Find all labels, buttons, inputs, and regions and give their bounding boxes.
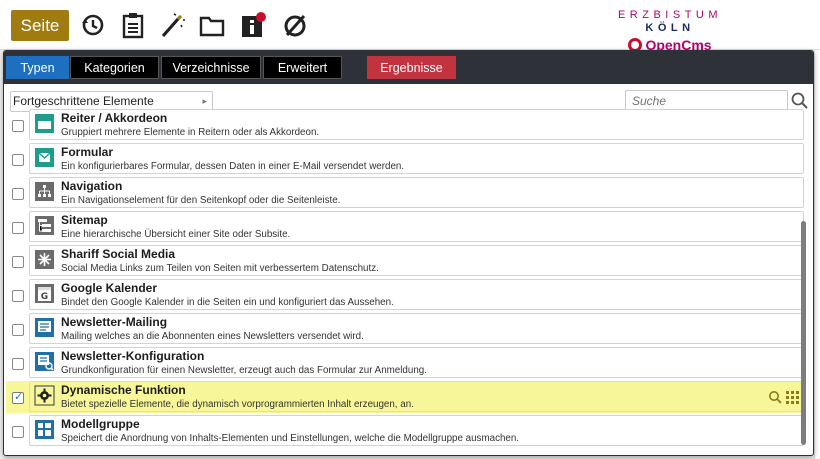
brand-word-1: ERZBISTUM bbox=[617, 9, 723, 21]
background-page-strip bbox=[814, 50, 820, 459]
gallery-dialog: Typen Kategorien Verzeichnisse Erweitert… bbox=[3, 50, 814, 456]
model-group-icon bbox=[34, 419, 55, 440]
list-scrollbar-thumb[interactable] bbox=[801, 221, 806, 445]
seite-button[interactable]: Seite bbox=[11, 10, 69, 41]
share-icon bbox=[34, 249, 55, 270]
item-card[interactable]: Newsletter-Mailing Mailing welches an di… bbox=[29, 313, 804, 344]
item-card[interactable]: Formular Ein konfigurierbares Formular, … bbox=[29, 143, 804, 174]
item-card[interactable]: Sitemap Eine hierarchische Übersicht ein… bbox=[29, 211, 804, 242]
list-item[interactable]: Newsletter-Konfiguration Grundkonfigurat… bbox=[4, 347, 804, 379]
preview-search-icon[interactable] bbox=[768, 390, 782, 404]
item-card[interactable]: Dynamische Funktion Bietet spezielle Ele… bbox=[29, 381, 802, 412]
sitemap-icon bbox=[34, 215, 55, 236]
drag-handle-icon[interactable] bbox=[786, 391, 799, 404]
history-icon[interactable] bbox=[80, 11, 106, 39]
newsletter-config-icon bbox=[34, 351, 55, 372]
list-item-selected[interactable]: Dynamische Funktion Bietet spezielle Ele… bbox=[6, 381, 802, 413]
search-icon[interactable] bbox=[790, 91, 810, 111]
item-checkbox[interactable] bbox=[12, 120, 24, 132]
item-card[interactable]: Shariff Social Media Social Media Links … bbox=[29, 245, 804, 276]
item-checkbox[interactable] bbox=[12, 426, 24, 438]
brand-word-2: KÖLN bbox=[645, 22, 695, 34]
form-mail-icon bbox=[34, 147, 55, 168]
item-checkbox[interactable] bbox=[12, 188, 24, 200]
list-item[interactable]: Navigation Ein Navigationselement für de… bbox=[4, 177, 804, 209]
list-item[interactable]: Reiter / Akkordeon Gruppiert mehrere Ele… bbox=[4, 109, 804, 141]
item-checkbox[interactable] bbox=[12, 154, 24, 166]
item-title: Sitemap bbox=[61, 213, 108, 227]
item-checkbox[interactable] bbox=[12, 358, 24, 370]
item-title: Google Kalender bbox=[61, 281, 158, 295]
info-icon[interactable] bbox=[240, 11, 266, 39]
item-title: Shariff Social Media bbox=[61, 247, 176, 261]
dialog-tabbar: Typen Kategorien Verzeichnisse Erweitert… bbox=[4, 51, 813, 84]
folder-icon[interactable] bbox=[199, 11, 225, 39]
item-title: Navigation bbox=[61, 179, 123, 193]
list-item[interactable]: Newsletter-Mailing Mailing welches an di… bbox=[4, 313, 804, 345]
item-title: Formular bbox=[61, 145, 114, 159]
no-visibility-icon[interactable] bbox=[282, 11, 308, 39]
item-card[interactable]: Newsletter-Konfiguration Grundkonfigurat… bbox=[29, 347, 804, 378]
list-item[interactable]: G Google Kalender Bindet den Google Kale… bbox=[4, 279, 804, 311]
item-description: Bindet den Google Kalender in die Seiten… bbox=[61, 297, 394, 308]
list-item[interactable]: Formular Ein konfigurierbares Formular, … bbox=[4, 143, 804, 175]
brand-logo: ERZBISTUM KÖLN OpenCms bbox=[590, 9, 750, 53]
tab-ergebnisse[interactable]: Ergebnisse bbox=[367, 56, 456, 79]
gear-icon bbox=[34, 385, 55, 406]
item-checkbox[interactable] bbox=[12, 256, 24, 268]
item-card[interactable]: Navigation Ein Navigationselement für de… bbox=[29, 177, 804, 208]
tab-typen[interactable]: Typen bbox=[6, 56, 69, 79]
newsletter-icon bbox=[34, 317, 55, 338]
item-description: Grundkonfiguration für einen Newsletter,… bbox=[61, 365, 427, 376]
type-filter-value: Fortgeschrittene Elemente bbox=[13, 94, 154, 108]
item-description: Bietet spezielle Elemente, die dynamisch… bbox=[61, 399, 414, 410]
item-description: Gruppiert mehrere Elemente in Reitern od… bbox=[61, 127, 320, 138]
item-card[interactable]: G Google Kalender Bindet den Google Kale… bbox=[29, 279, 804, 310]
item-title: Dynamische Funktion bbox=[61, 383, 186, 397]
item-checkbox[interactable] bbox=[12, 222, 24, 234]
item-title: Modellgruppe bbox=[61, 417, 140, 431]
item-checkbox[interactable] bbox=[12, 324, 24, 336]
item-description: Eine hierarchische Übersicht einer Site … bbox=[61, 229, 291, 240]
item-description: Speichert die Anordnung von Inhalts-Elem… bbox=[61, 433, 520, 444]
svg-text:G: G bbox=[41, 292, 48, 302]
item-description: Ein Navigationselement für den Seitenkop… bbox=[61, 195, 341, 206]
item-title: Reiter / Akkordeon bbox=[61, 111, 168, 125]
sitemap-tree-icon bbox=[34, 181, 55, 202]
result-list: Reiter / Akkordeon Gruppiert mehrere Ele… bbox=[4, 109, 804, 455]
item-title: Newsletter-Konfiguration bbox=[61, 349, 205, 363]
item-card[interactable]: Modellgruppe Speichert die Anordnung von… bbox=[29, 415, 804, 446]
tab-verzeichnisse[interactable]: Verzeichnisse bbox=[161, 56, 261, 79]
item-checkbox[interactable] bbox=[12, 390, 24, 404]
clipboard-icon[interactable] bbox=[120, 11, 146, 39]
tab-kategorien[interactable]: Kategorien bbox=[70, 56, 159, 79]
item-description: Mailing welches an die Abonnenten eines … bbox=[61, 331, 364, 342]
tabs-icon bbox=[34, 113, 55, 134]
item-title: Newsletter-Mailing bbox=[61, 315, 168, 329]
top-toolbar: Seite ERZBISTUM KÖLN OpenCms bbox=[0, 0, 820, 53]
magic-wand-icon[interactable] bbox=[159, 11, 185, 39]
list-item[interactable]: Shariff Social Media Social Media Links … bbox=[4, 245, 804, 277]
tab-erweitert[interactable]: Erweitert bbox=[263, 56, 342, 79]
item-checkbox[interactable] bbox=[12, 290, 24, 302]
list-item[interactable]: Modellgruppe Speichert die Anordnung von… bbox=[4, 415, 804, 447]
item-card[interactable]: Reiter / Akkordeon Gruppiert mehrere Ele… bbox=[29, 109, 804, 140]
list-item[interactable]: Sitemap Eine hierarchische Übersicht ein… bbox=[4, 211, 804, 243]
calendar-icon: G bbox=[34, 283, 55, 304]
item-description: Ein konfigurierbares Formular, dessen Da… bbox=[61, 161, 405, 172]
brand-top: ERZBISTUM KÖLN bbox=[590, 9, 750, 35]
item-description: Social Media Links zum Teilen von Seiten… bbox=[61, 263, 379, 274]
